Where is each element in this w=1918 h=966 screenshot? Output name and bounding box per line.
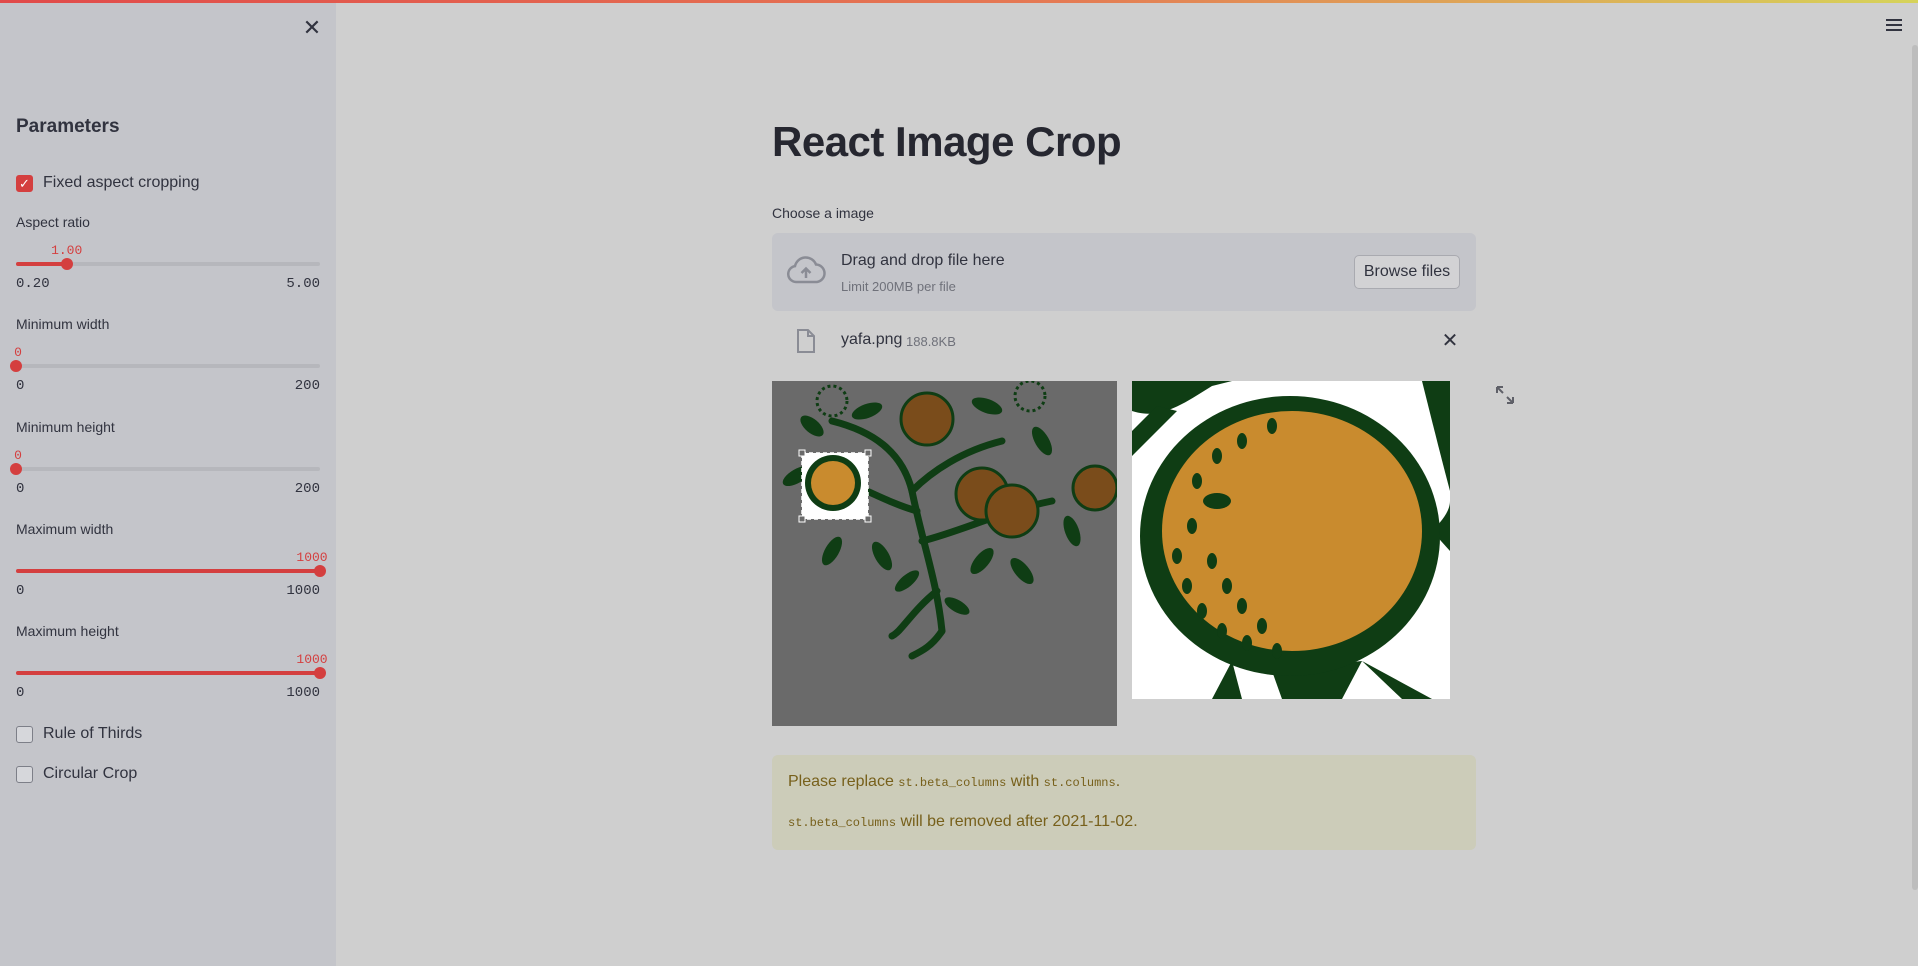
cropped-preview-image bbox=[1132, 381, 1450, 699]
slider-max: 200 bbox=[294, 378, 320, 394]
code-snippet: st.columns bbox=[1043, 776, 1116, 790]
slider-thumb[interactable] bbox=[314, 667, 326, 679]
slider-value: 0 bbox=[14, 448, 22, 463]
slider-value: 1000 bbox=[296, 652, 328, 667]
warning-line-2: st.beta_columns will be removed after 20… bbox=[788, 813, 1138, 831]
file-icon bbox=[797, 329, 815, 353]
slider-value: 0 bbox=[14, 345, 22, 360]
file-size: 188.8KB bbox=[906, 334, 956, 349]
minimum-height-label: Minimum height bbox=[16, 419, 115, 435]
uploader-label: Choose a image bbox=[772, 205, 874, 221]
warning-text: with bbox=[1006, 773, 1044, 790]
main-scrollbar[interactable] bbox=[1912, 45, 1918, 890]
rule-of-thirds-checkbox[interactable]: Rule of Thirds bbox=[16, 722, 142, 746]
fixed-aspect-checkbox[interactable]: ✓ Fixed aspect cropping bbox=[16, 171, 200, 195]
slider-min: 0 bbox=[16, 481, 25, 497]
fullscreen-expand-icon[interactable] bbox=[1494, 384, 1516, 406]
slider-fill bbox=[16, 569, 320, 573]
warning-text: . bbox=[1115, 773, 1121, 790]
minimum-width-slider[interactable]: 0 0 200 bbox=[10, 345, 320, 394]
slider-value: 1000 bbox=[296, 550, 328, 565]
slider-track[interactable] bbox=[16, 467, 320, 471]
slider-track[interactable] bbox=[16, 364, 320, 368]
slider-max: 200 bbox=[294, 481, 320, 497]
fixed-aspect-label: Fixed aspect cropping bbox=[43, 174, 200, 191]
warning-text: Please replace bbox=[788, 773, 899, 790]
slider-min: 0 bbox=[16, 685, 25, 701]
slider-max: 1000 bbox=[286, 583, 320, 599]
slider-min: 0 bbox=[16, 378, 25, 394]
slider-thumb[interactable] bbox=[314, 565, 326, 577]
browse-files-button[interactable]: Browse files bbox=[1354, 255, 1460, 289]
maximum-width-label: Maximum width bbox=[16, 521, 114, 537]
maximum-width-slider[interactable]: 1000 0 1000 bbox=[16, 550, 328, 599]
dropzone-instructions: Drag and drop file here bbox=[841, 252, 1005, 269]
sidebar-close-button[interactable]: ✕ bbox=[298, 14, 326, 42]
slider-max: 5.00 bbox=[286, 276, 320, 292]
close-icon: ✕ bbox=[1441, 329, 1459, 352]
slider-thumb[interactable] bbox=[10, 360, 22, 372]
maximum-height-label: Maximum height bbox=[16, 623, 119, 639]
file-name: yafa.png bbox=[841, 331, 903, 348]
deprecation-warning: Please replace st.beta_columns with st.c… bbox=[772, 755, 1476, 850]
minimum-width-label: Minimum width bbox=[16, 316, 110, 332]
code-snippet: st.beta_columns bbox=[898, 776, 1007, 790]
sidebar: ✕ Parameters ✓ Fixed aspect cropping Asp… bbox=[0, 0, 336, 966]
hamburger-line bbox=[1886, 29, 1902, 31]
slider-thumb[interactable] bbox=[10, 463, 22, 475]
crop-source-image[interactable] bbox=[772, 381, 1117, 726]
cloud-upload-icon bbox=[787, 256, 826, 284]
checkbox-unchecked-icon[interactable] bbox=[16, 725, 33, 743]
slider-max: 1000 bbox=[286, 685, 320, 701]
code-snippet: st.beta_columns bbox=[788, 816, 897, 830]
cropped-orange-illustration bbox=[1132, 381, 1450, 699]
minimum-height-slider[interactable]: 0 0 200 bbox=[10, 448, 320, 497]
rule-of-thirds-label: Rule of Thirds bbox=[43, 725, 143, 742]
maximum-height-slider[interactable]: 1000 0 1000 bbox=[16, 652, 328, 701]
aspect-ratio-slider[interactable]: 1.00 0.20 5.00 bbox=[16, 243, 320, 292]
slider-min: 0 bbox=[16, 583, 25, 599]
aspect-ratio-label: Aspect ratio bbox=[16, 214, 90, 230]
close-icon: ✕ bbox=[302, 15, 322, 40]
sidebar-title: Parameters bbox=[16, 116, 120, 137]
checkbox-checked-icon[interactable]: ✓ bbox=[16, 174, 33, 192]
dropzone-limit: Limit 200MB per file bbox=[841, 279, 956, 294]
slider-min: 0.20 bbox=[16, 276, 50, 292]
hamburger-menu-icon bbox=[1886, 19, 1902, 21]
circular-crop-checkbox[interactable]: Circular Crop bbox=[16, 762, 137, 786]
slider-fill bbox=[16, 671, 320, 675]
slider-fill bbox=[16, 262, 67, 266]
hamburger-line bbox=[1886, 24, 1902, 26]
page-title: React Image Crop bbox=[772, 118, 1122, 165]
file-dropzone[interactable]: Drag and drop file here Limit 200MB per … bbox=[772, 233, 1476, 311]
slider-thumb[interactable] bbox=[60, 258, 73, 270]
slider-value: 1.00 bbox=[51, 243, 83, 258]
main-menu-button[interactable] bbox=[1880, 14, 1908, 36]
warning-line-1: Please replace st.beta_columns with st.c… bbox=[788, 773, 1120, 791]
remove-file-button[interactable]: ✕ bbox=[1436, 326, 1464, 354]
checkbox-unchecked-icon[interactable] bbox=[16, 765, 33, 783]
circular-crop-label: Circular Crop bbox=[43, 765, 138, 782]
warning-text: will be removed after 2021-11-02. bbox=[896, 813, 1138, 830]
uploaded-file-row: yafa.png 188.8KB ✕ bbox=[772, 322, 1476, 360]
orange-branch-illustration bbox=[772, 381, 1117, 726]
top-decoration-bar bbox=[0, 0, 1918, 3]
